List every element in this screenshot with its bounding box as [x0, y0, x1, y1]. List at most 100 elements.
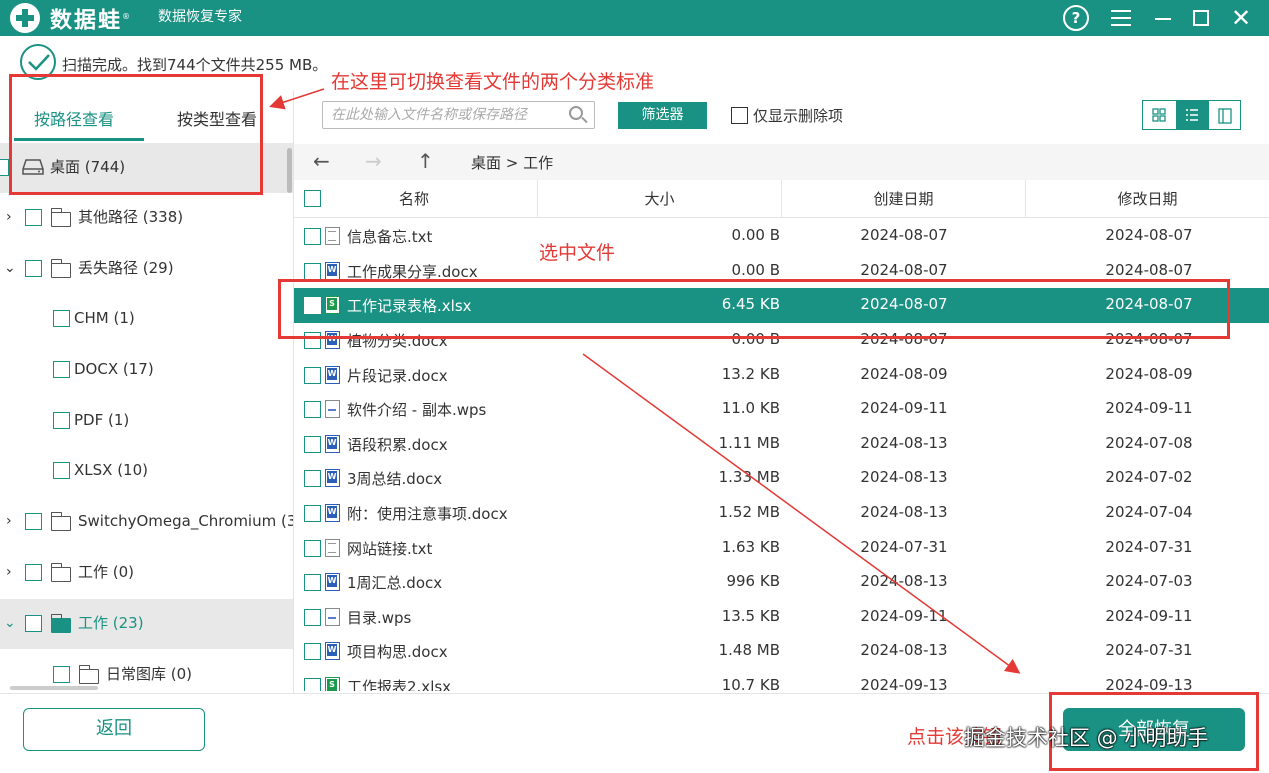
minimize-icon[interactable] [1150, 5, 1176, 31]
column-header-name[interactable]: 名称 [334, 180, 494, 218]
table-row[interactable]: 软件介绍 - 副本.wps 11.0 KB 2024-09-11 2024-09-11 [294, 392, 1269, 427]
tree-item-docx[interactable]: DOCX (17) [0, 345, 293, 395]
row-checkbox[interactable] [304, 401, 321, 418]
filter-button[interactable]: 筛选器 [618, 102, 707, 129]
only-deleted-checkbox[interactable] [731, 107, 748, 124]
tree-scrollbar[interactable] [287, 148, 292, 193]
select-all-checkbox[interactable] [304, 190, 321, 207]
column-header-modified[interactable]: 修改日期 [1026, 180, 1269, 218]
table-row[interactable]: 目录.wps 13.5 KB 2024-09-11 2024-09-11 [294, 600, 1269, 635]
tree-checkbox[interactable] [25, 209, 42, 226]
tree-item-other-paths[interactable]: › 其他路径 (338) [0, 193, 293, 243]
detail-view-icon[interactable] [1209, 101, 1242, 129]
up-arrow-icon[interactable]: ↑ [417, 149, 434, 173]
file-name: 3周总结.docx [347, 470, 443, 488]
tree-item-switchyomega[interactable]: › SwitchyOmega_Chromium (3 [0, 497, 293, 547]
docx-file-icon [325, 469, 340, 487]
tree-item-xlsx[interactable]: XLSX (10) [0, 446, 293, 496]
row-checkbox[interactable] [304, 540, 321, 557]
row-checkbox[interactable] [304, 505, 321, 522]
file-created-date: 2024-08-09 [860, 365, 948, 383]
table-row[interactable]: 1周汇总.docx 996 KB 2024-08-13 2024-07-03 [294, 565, 1269, 600]
row-checkbox[interactable] [304, 470, 321, 487]
file-modified-date: 2024-08-07 [1105, 226, 1193, 244]
tree-checkbox[interactable] [53, 462, 70, 479]
tree-checkbox[interactable] [53, 310, 70, 327]
table-row[interactable]: 3周总结.docx 1.33 MB 2024-08-13 2024-07-02 [294, 461, 1269, 496]
docx-file-icon [325, 504, 340, 522]
row-checkbox[interactable] [304, 678, 321, 691]
row-checkbox[interactable] [304, 367, 321, 384]
chevron-down-icon[interactable]: ⌄ [4, 258, 18, 278]
tree-item-label: DOCX (17) [74, 360, 154, 378]
table-row[interactable]: 附：使用注意事项.docx 1.52 MB 2024-08-13 2024-07-04 [294, 496, 1269, 531]
chevron-right-icon[interactable]: › [6, 207, 20, 227]
tree-checkbox[interactable] [0, 159, 9, 176]
help-icon[interactable]: ? [1063, 5, 1089, 31]
tree-checkbox[interactable] [25, 260, 42, 277]
table-row[interactable]: 片段记录.docx 13.2 KB 2024-08-09 2024-08-09 [294, 358, 1269, 393]
tree-checkbox[interactable] [53, 412, 70, 429]
row-checkbox[interactable] [304, 609, 321, 626]
docx-file-icon [325, 573, 340, 591]
tree-item-label: 日常图库 (0) [106, 665, 193, 683]
chevron-down-icon[interactable]: ⌄ [4, 613, 18, 633]
file-size: 1.11 MB [718, 434, 780, 452]
tree-item-lost-paths[interactable]: ⌄ 丢失路径 (29) [0, 244, 293, 294]
tree-item-daily-gallery[interactable]: 日常图库 (0) [0, 650, 293, 691]
file-name: 网站链接.txt [347, 540, 433, 558]
txt-file-icon [325, 227, 340, 245]
table-row[interactable]: 信息备忘.txt 0.00 B 2024-08-07 2024-08-07 [294, 219, 1269, 254]
file-size: 0.00 B [731, 226, 780, 244]
grid-view-icon[interactable] [1143, 101, 1176, 129]
file-size: 1.52 MB [718, 503, 780, 521]
list-view-icon[interactable] [1176, 101, 1209, 129]
tree-checkbox[interactable] [25, 513, 42, 530]
tree-item-work-23[interactable]: ⌄ 工作 (23) [0, 599, 293, 649]
tree-checkbox[interactable] [53, 361, 70, 378]
row-checkbox[interactable] [304, 228, 321, 245]
column-header-created[interactable]: 创建日期 [782, 180, 1025, 218]
row-checkbox[interactable] [304, 643, 321, 660]
file-name: 片段记录.docx [347, 367, 448, 385]
file-modified-date: 2024-07-31 [1105, 641, 1193, 659]
search-box[interactable] [322, 101, 595, 129]
tree-horizontal-scrollbar[interactable] [10, 686, 98, 690]
annotation-arrow-tabs [269, 88, 325, 110]
tree-item-chm[interactable]: CHM (1) [0, 294, 293, 344]
row-checkbox[interactable] [304, 436, 321, 453]
tree-checkbox[interactable] [25, 564, 42, 581]
search-icon[interactable] [569, 106, 583, 120]
txt-file-icon [325, 539, 340, 557]
column-header-size[interactable]: 大小 [538, 180, 781, 218]
search-input[interactable] [331, 105, 561, 125]
file-name: 目录.wps [347, 609, 412, 627]
file-name: 项目构思.docx [347, 643, 448, 661]
back-arrow-icon[interactable]: ← [313, 149, 330, 173]
file-size: 13.2 KB [721, 365, 780, 383]
tree-item-work-0[interactable]: › 工作 (0) [0, 548, 293, 598]
row-checkbox[interactable] [304, 574, 321, 591]
folder-icon [50, 614, 71, 633]
maximize-icon[interactable] [1188, 5, 1214, 31]
table-row[interactable]: 工作报表2.xlsx 10.7 KB 2024-09-13 2024-09-13 [294, 669, 1269, 691]
file-created-date: 2024-08-07 [860, 226, 948, 244]
watermark: 掘金技术社区 @ 小明助手 [964, 726, 1209, 750]
close-icon[interactable]: ✕ [1228, 5, 1254, 31]
tree-item-pdf[interactable]: PDF (1) [0, 396, 293, 446]
breadcrumb: 桌面 > 工作 [471, 154, 554, 172]
table-row[interactable]: 网站链接.txt 1.63 KB 2024-07-31 2024-07-31 [294, 531, 1269, 566]
table-row[interactable]: 项目构思.docx 1.48 MB 2024-08-13 2024-07-31 [294, 634, 1269, 669]
tree-checkbox[interactable] [25, 615, 42, 632]
chevron-right-icon[interactable]: › [6, 511, 20, 531]
docx-file-icon [325, 435, 340, 453]
file-size: 11.0 KB [721, 399, 780, 417]
menu-icon[interactable] [1108, 5, 1134, 31]
forward-arrow-icon[interactable]: → [365, 149, 382, 173]
row-checkbox[interactable] [304, 263, 321, 280]
table-row[interactable]: 语段积累.docx 1.11 MB 2024-08-13 2024-07-08 [294, 427, 1269, 462]
tree-checkbox[interactable] [53, 666, 70, 683]
chevron-right-icon[interactable]: › [6, 562, 20, 582]
tree-item-label: SwitchyOmega_Chromium (3 [78, 512, 293, 530]
back-button[interactable]: 返回 [23, 708, 205, 751]
